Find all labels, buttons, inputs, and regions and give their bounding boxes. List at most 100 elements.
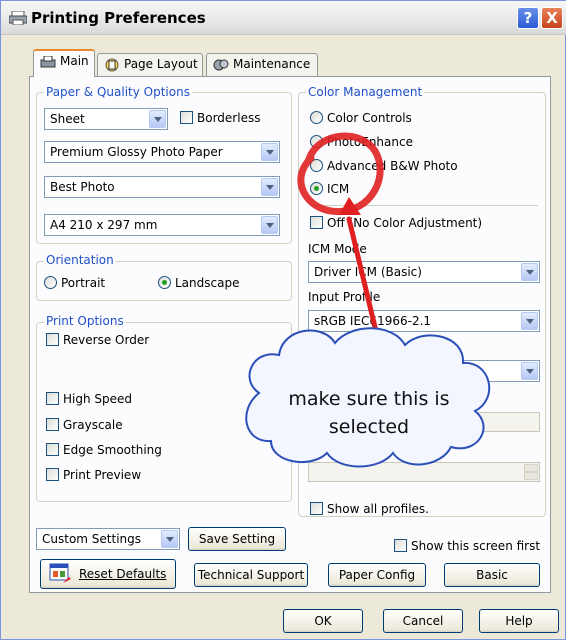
checkbox-box[interactable] xyxy=(46,333,59,346)
high-speed-checkbox[interactable]: High Speed xyxy=(46,392,132,406)
radio-dot[interactable] xyxy=(310,135,323,148)
icm-mode-value: Driver ICM (Basic) xyxy=(314,265,422,279)
portrait-radio[interactable]: Portrait xyxy=(44,276,105,290)
chevron-down-icon[interactable] xyxy=(149,110,166,128)
paper-size-value: A4 210 x 297 mm xyxy=(50,218,158,232)
maintenance-icon xyxy=(213,59,229,70)
radio-dot[interactable] xyxy=(310,159,323,172)
icm-label: ICM xyxy=(327,182,350,196)
radio-dot-selected[interactable] xyxy=(310,182,323,195)
color-management-group xyxy=(298,92,546,517)
photoenhance-radio[interactable]: PhotoEnhance xyxy=(310,135,413,149)
checkbox-box[interactable] xyxy=(180,111,193,124)
annotation-line-2: selected xyxy=(328,416,410,438)
quality-select[interactable]: Best Photo xyxy=(44,176,280,198)
input-profile-label: Input Profile xyxy=(306,290,383,304)
paper-source-value: Sheet xyxy=(50,112,85,126)
close-button[interactable]: X xyxy=(541,7,563,29)
landscape-label: Landscape xyxy=(175,276,240,290)
landscape-radio[interactable]: Landscape xyxy=(158,276,239,290)
annotation-line-1: make sure this is xyxy=(288,388,450,410)
disabled-spin-field xyxy=(308,462,540,482)
edge-smoothing-checkbox[interactable]: Edge Smoothing xyxy=(46,443,162,457)
help-title-button[interactable]: ? xyxy=(517,7,539,29)
print-options-label: Print Options xyxy=(44,314,126,328)
photoenhance-label: PhotoEnhance xyxy=(327,135,413,149)
basic-button[interactable]: Basic xyxy=(444,563,540,587)
chevron-down-icon[interactable] xyxy=(261,143,278,161)
print-preview-label: Print Preview xyxy=(63,468,142,482)
custom-settings-value: Custom Settings xyxy=(42,532,142,546)
borderless-label: Borderless xyxy=(197,111,261,125)
tab-maintenance[interactable]: Maintenance xyxy=(206,53,318,76)
checkbox-box[interactable] xyxy=(310,216,323,229)
reverse-order-checkbox[interactable]: Reverse Order xyxy=(46,333,149,347)
show-screen-first-checkbox[interactable]: Show this screen first xyxy=(394,539,540,553)
checkbox-box[interactable] xyxy=(46,468,59,481)
checkbox-box[interactable] xyxy=(46,443,59,456)
checkbox-box[interactable] xyxy=(394,539,407,552)
paper-source-select[interactable]: Sheet xyxy=(44,108,168,130)
icm-radio[interactable]: ICM xyxy=(310,182,349,196)
print-preview-checkbox[interactable]: Print Preview xyxy=(46,468,141,482)
chevron-down-icon[interactable] xyxy=(161,530,178,548)
main-tab-panel: Paper & Quality Options Sheet Borderless… xyxy=(29,76,551,593)
grayscale-label: Grayscale xyxy=(63,418,123,432)
paper-type-select[interactable]: Premium Glossy Photo Paper xyxy=(44,141,280,163)
color-controls-label: Color Controls xyxy=(327,111,412,125)
technical-support-button[interactable]: Technical Support xyxy=(194,563,308,587)
off-no-color-adjustment-label: Off (No Color Adjustment) xyxy=(327,216,483,230)
custom-settings-select[interactable]: Custom Settings xyxy=(36,528,180,550)
off-no-color-adjustment-checkbox[interactable]: Off (No Color Adjustment) xyxy=(310,216,482,230)
tab-main[interactable]: Main xyxy=(33,49,95,77)
intent-select[interactable] xyxy=(308,360,540,382)
reset-defaults-button[interactable]: Reset Defaults xyxy=(40,559,176,589)
tab-page-layout[interactable]: Page Layout xyxy=(97,53,203,76)
tab-page-layout-label: Page Layout xyxy=(124,57,198,71)
paper-quality-label: Paper & Quality Options xyxy=(44,85,192,99)
tab-main-label: Main xyxy=(60,54,89,68)
annotation-text: make sure this is selected xyxy=(269,385,469,441)
paper-size-select[interactable]: A4 210 x 297 mm xyxy=(44,214,280,236)
reverse-order-label: Reverse Order xyxy=(63,333,150,347)
cancel-button[interactable]: Cancel xyxy=(383,609,463,633)
orientation-label: Orientation xyxy=(44,253,116,267)
save-setting-button[interactable]: Save Setting xyxy=(188,527,286,551)
ok-button[interactable]: OK xyxy=(283,609,363,633)
radio-dot-selected[interactable] xyxy=(158,276,171,289)
printing-preferences-window: Printing Preferences ? X Main Page Layou… xyxy=(0,0,566,640)
paper-config-button[interactable]: Paper Config xyxy=(328,563,426,587)
advanced-bw-photo-label: Advanced B&W Photo xyxy=(327,159,458,173)
checkbox-box[interactable] xyxy=(310,502,323,515)
help-button[interactable]: Help xyxy=(479,609,559,633)
input-profile-select[interactable]: sRGB IEC61966-2.1 xyxy=(308,310,540,332)
radio-dot[interactable] xyxy=(44,276,57,289)
window-title: Printing Preferences xyxy=(31,9,206,27)
checkbox-box[interactable] xyxy=(46,392,59,405)
icm-mode-select[interactable]: Driver ICM (Basic) xyxy=(308,261,540,283)
borderless-checkbox[interactable]: Borderless xyxy=(180,111,260,125)
chevron-down-icon[interactable] xyxy=(261,216,278,234)
advanced-bw-photo-radio[interactable]: Advanced B&W Photo xyxy=(310,159,458,173)
input-profile-value: sRGB IEC61966-2.1 xyxy=(314,314,432,328)
chevron-down-icon[interactable] xyxy=(521,263,538,281)
radio-dot[interactable] xyxy=(310,111,323,124)
chevron-down-icon[interactable] xyxy=(521,362,538,380)
icm-separator xyxy=(310,205,538,206)
portrait-label: Portrait xyxy=(61,276,106,290)
title-bar[interactable]: Printing Preferences ? X xyxy=(1,1,566,35)
quality-value: Best Photo xyxy=(50,180,115,194)
chevron-down-icon[interactable] xyxy=(521,312,538,330)
show-all-profiles-checkbox[interactable]: Show all profiles. xyxy=(310,502,429,516)
reset-defaults-icon xyxy=(49,563,71,583)
color-controls-radio[interactable]: Color Controls xyxy=(310,111,412,125)
icm-mode-label: ICM Mode xyxy=(306,242,369,256)
color-management-label: Color Management xyxy=(306,85,425,99)
checkbox-box[interactable] xyxy=(46,418,59,431)
paper-type-value: Premium Glossy Photo Paper xyxy=(50,145,223,159)
show-all-profiles-label: Show all profiles. xyxy=(327,502,429,516)
high-speed-label: High Speed xyxy=(63,392,133,406)
grayscale-checkbox[interactable]: Grayscale xyxy=(46,418,123,432)
edge-smoothing-label: Edge Smoothing xyxy=(63,443,162,457)
chevron-down-icon[interactable] xyxy=(261,178,278,196)
